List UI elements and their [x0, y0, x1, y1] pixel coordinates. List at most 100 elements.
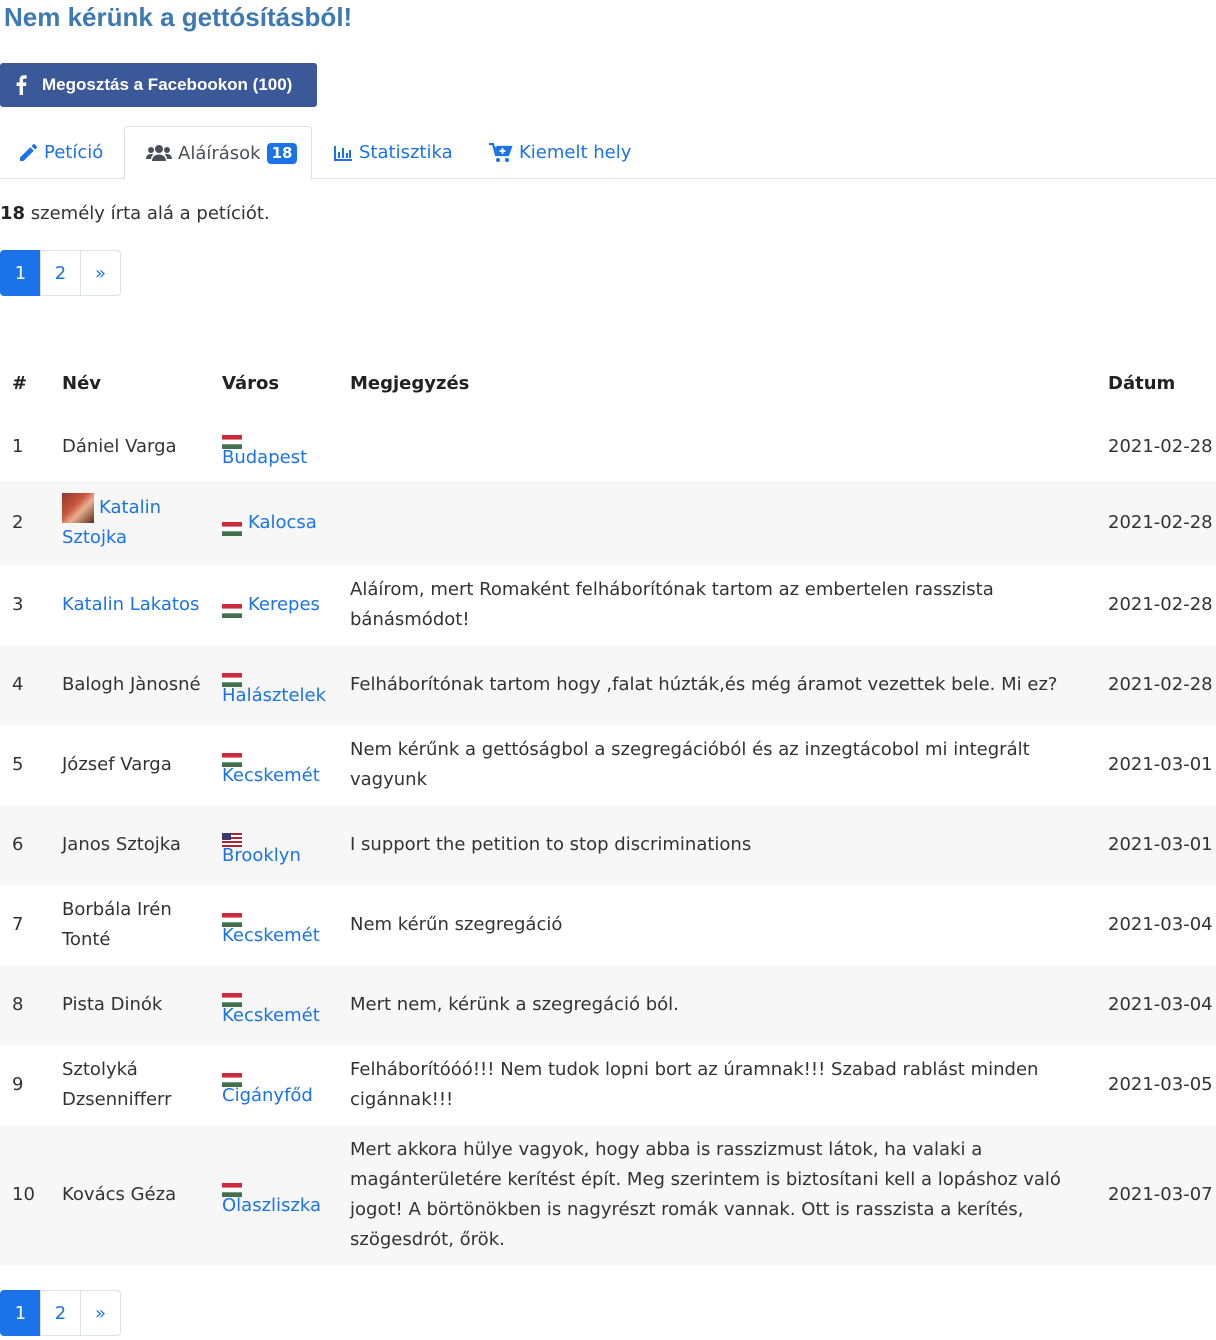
page-1-button[interactable]: 1	[0, 250, 41, 296]
row-city: Kerepes	[222, 565, 350, 645]
row-note: Mert nem, kérünk a szegregáció ból.	[350, 965, 1108, 1045]
signature-count-number: 18	[0, 203, 26, 224]
table-row: 7 Borbála Irén Tonté Kecskemét Nem kérűn…	[0, 885, 1216, 965]
city-link[interactable]: Olaszliszka	[222, 1195, 321, 1216]
page-2-button[interactable]: 2	[40, 1290, 81, 1336]
city-link[interactable]: Budapest	[222, 447, 307, 468]
header-note: Megjegyzés	[350, 372, 470, 394]
avatar	[62, 493, 94, 523]
row-num: 1	[12, 436, 24, 457]
row-note: Mert akkora hülye vagyok, hogy abba is r…	[350, 1125, 1108, 1265]
facebook-icon	[16, 75, 32, 95]
tab-kiemelt-hely[interactable]: Kiemelt hely	[489, 126, 631, 179]
hungary-flag-icon	[222, 429, 242, 449]
city-link[interactable]: Kalocsa	[248, 512, 317, 533]
city-link[interactable]: Cigányfőd	[222, 1085, 313, 1106]
city-link[interactable]: Kecskemét	[222, 925, 320, 946]
row-note: Nem kérűn szegregáció	[350, 914, 563, 935]
table-row: 5 József Varga Kecskemét Nem kérűnk a ge…	[0, 725, 1216, 805]
hungary-flag-icon	[222, 667, 242, 687]
hungary-flag-icon	[222, 1177, 242, 1197]
row-date: 2021-02-28	[1108, 436, 1213, 457]
name-link[interactable]: Katalin Lakatos	[62, 594, 199, 615]
row-date: 2021-03-04	[1108, 914, 1213, 935]
hungary-flag-icon	[222, 907, 242, 927]
tab-alairasok-label: Aláírások	[178, 142, 261, 164]
row-city: Olaszliszka	[222, 1125, 350, 1265]
row-num: 8	[0, 965, 62, 1045]
row-date: 2021-03-05	[1108, 1074, 1213, 1095]
table-row: 9 Sztolyká Dzsennifferr Cigányfőd Felháb…	[0, 1045, 1216, 1125]
row-date: 2021-03-07	[1108, 1125, 1216, 1265]
row-num: 10	[0, 1125, 62, 1265]
users-icon	[146, 145, 172, 161]
tab-bar: Petíció Aláírások 18 Statisztika Kiemelt…	[0, 126, 1216, 180]
row-date: 2021-02-28	[1108, 481, 1216, 565]
table-row: 4 Balogh Jànosné Halásztelek Felháborító…	[0, 645, 1216, 725]
row-date: 2021-02-28	[1108, 594, 1213, 615]
row-num: 9	[12, 1074, 24, 1095]
next-page-button[interactable]: »	[80, 1290, 121, 1336]
table-row: 6 Janos Sztojka Brooklyn I support the p…	[0, 805, 1216, 885]
row-num: 3	[12, 594, 24, 615]
row-city: Kalocsa	[222, 481, 350, 565]
row-num: 6	[0, 805, 62, 885]
table-row: 3 Katalin Lakatos Kerepes Aláírom, mert …	[0, 565, 1216, 645]
page-2-button[interactable]: 2	[40, 250, 81, 296]
tab-statisztika-label: Statisztika	[359, 142, 453, 163]
city-link[interactable]: Halásztelek	[222, 685, 326, 706]
facebook-share-button[interactable]: Megosztás a Facebookon (100)	[0, 63, 317, 107]
row-note: I support the petition to stop discrimin…	[350, 805, 1108, 885]
row-city: Halásztelek	[222, 645, 350, 725]
tab-kiemelt-hely-label: Kiemelt hely	[519, 142, 632, 163]
row-num: 7	[12, 914, 24, 935]
row-city: Kecskemét	[222, 885, 350, 965]
signature-count-text: 18 személy írta alá a petíciót.	[0, 203, 270, 224]
tab-statisztika[interactable]: Statisztika	[333, 126, 453, 179]
tab-alairasok[interactable]: Aláírások 18	[124, 126, 312, 180]
table-row: 10 Kovács Géza Olaszliszka Mert akkora h…	[0, 1125, 1216, 1265]
hungary-flag-icon	[222, 747, 242, 767]
signature-count-label: személy írta alá a petíciót.	[25, 203, 270, 224]
pagination-top: 1 2 »	[0, 250, 121, 296]
header-date: Dátum	[1108, 372, 1176, 394]
row-city: Brooklyn	[222, 805, 350, 885]
header-num: #	[12, 372, 28, 394]
row-name: Kovács Géza	[62, 1125, 222, 1265]
table-row: 2 Katalin Sztojka Kalocsa 2021-02-28	[0, 481, 1216, 565]
cart-plus-icon	[489, 142, 513, 162]
page-1-button[interactable]: 1	[0, 1290, 41, 1336]
table-header-row: # Név Város Megjegyzés Dátum	[0, 353, 1216, 413]
row-name: Janos Sztojka	[62, 805, 222, 885]
tab-peticio-label: Petíció	[44, 142, 104, 163]
row-name: József Varga	[62, 754, 172, 775]
row-name: Pista Dinók	[62, 965, 222, 1045]
bar-chart-icon	[334, 145, 352, 161]
row-date: 2021-03-01	[1108, 805, 1216, 885]
next-page-button[interactable]: »	[80, 250, 121, 296]
city-link[interactable]: Kecskemét	[222, 765, 320, 786]
pagination-bottom: 1 2 »	[0, 1290, 121, 1336]
row-note: Nem kérűnk a gettóságbol a szegregációbó…	[350, 739, 1030, 790]
row-note	[350, 413, 1108, 481]
hungary-flag-icon	[222, 516, 242, 536]
row-note: Felháborítónak tartom hogy ,falat húzták…	[350, 645, 1108, 725]
header-city: Város	[222, 372, 280, 394]
row-name: Katalin Lakatos	[62, 565, 222, 645]
table-row: 1 Dániel Varga Budapest 2021-02-28	[0, 413, 1216, 481]
row-note	[350, 481, 1108, 565]
table-row: 8 Pista Dinók Kecskemét Mert nem, kérünk…	[0, 965, 1216, 1045]
tab-peticio[interactable]: Petíció	[18, 126, 103, 179]
row-note: Aláírom, mert Romaként felháborítónak ta…	[350, 579, 994, 630]
header-name: Név	[62, 372, 102, 394]
row-name: Dániel Varga	[62, 436, 177, 457]
city-link[interactable]: Brooklyn	[222, 845, 301, 866]
row-name: Sztolyká Dzsennifferr	[62, 1059, 172, 1110]
city-link[interactable]: Kerepes	[248, 594, 320, 615]
row-city: Kecskemét	[222, 725, 350, 805]
row-num: 5	[12, 754, 24, 775]
city-link[interactable]: Kecskemét	[222, 1005, 320, 1026]
row-name: Balogh Jànosné	[62, 645, 222, 725]
hungary-flag-icon	[222, 1067, 242, 1087]
row-name: Katalin Sztojka	[62, 481, 222, 565]
